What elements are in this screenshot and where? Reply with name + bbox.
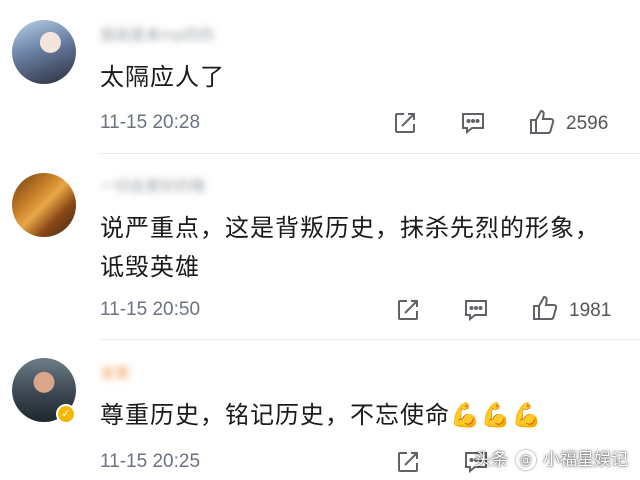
- watermark-prefix: 头条: [474, 450, 509, 470]
- watermark-name: 小福星娱记: [543, 450, 628, 470]
- at-icon: @: [515, 450, 536, 470]
- comment-time: 11-15 20:25: [100, 451, 201, 472]
- comment-username[interactable]: 全安: [100, 362, 130, 382]
- watermark: 头条 @ 小福星娱记: [474, 445, 628, 470]
- share-icon[interactable]: [395, 449, 421, 475]
- verified-badge-icon: ✓: [56, 404, 76, 424]
- comment-item: ✓ 全安 尊重历史，铭记历史，不忘使命💪💪💪 11-15 20:25: [0, 0, 640, 480]
- comment-text: 尊重历史，铭记历史，不忘使命💪💪💪: [100, 401, 543, 429]
- comment-list: 我就是来mp的的 太隔应人了 11-15 20:28 2596 一切会更好的哦 …: [0, 0, 640, 480]
